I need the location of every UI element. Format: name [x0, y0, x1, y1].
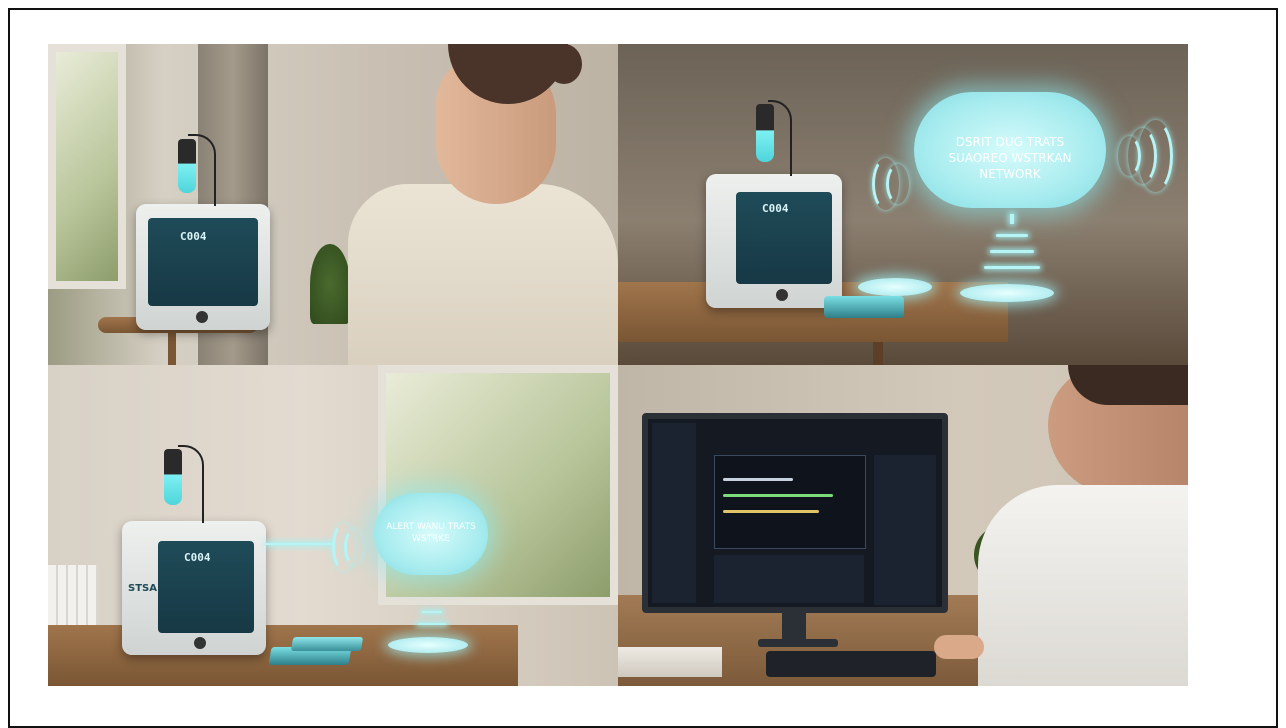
- panel-woman-device: C004: [48, 44, 618, 365]
- monitoring-device: C004: [706, 174, 842, 308]
- signal-bar: [418, 623, 446, 625]
- sensor-probe: [178, 139, 196, 193]
- code-line: [723, 494, 833, 497]
- monitoring-device: C004: [136, 204, 270, 330]
- device-button: [776, 289, 788, 301]
- device-screen-text: C004: [184, 551, 211, 564]
- signal-bar: [422, 611, 442, 613]
- four-panel-collage: C004 C004 DSRIT DUG TRATS SUAOREO WSTRKA…: [48, 44, 1188, 686]
- cloud-line: NETWORK: [979, 167, 1041, 181]
- panel-man-computer: [618, 365, 1188, 686]
- keyboard: [766, 651, 936, 677]
- table-leg: [873, 342, 883, 365]
- tablet: [290, 637, 364, 651]
- code-line: [723, 510, 819, 513]
- cloud-line: DSRIT DUG TRATS: [955, 135, 1065, 149]
- man-shirt: [978, 485, 1188, 686]
- network-cloud: DSRIT DUG TRATS SUAOREO WSTRKAN NETWORK: [914, 92, 1106, 208]
- signal-wave-icon: [332, 523, 355, 571]
- sensor-probe: [756, 104, 774, 162]
- plant: [310, 244, 350, 324]
- signal-line: [266, 543, 332, 545]
- signal-bar: [990, 250, 1034, 253]
- sensor-pad: [858, 278, 932, 296]
- signal-stem: [1010, 214, 1014, 224]
- hair-bun: [546, 44, 582, 84]
- table-leg: [168, 333, 176, 365]
- signal-bar: [996, 234, 1028, 237]
- monitoring-device: C004 STSA: [122, 521, 266, 655]
- device-button: [194, 637, 206, 649]
- device-screen-text: C004: [180, 230, 207, 243]
- dashboard-console: [714, 455, 866, 549]
- dashboard-log: [714, 555, 864, 603]
- device-screen-text: C004: [762, 202, 789, 215]
- device-button: [196, 311, 208, 323]
- device-screen: C004: [736, 192, 832, 284]
- panel-device-cloud: C004 DSRIT DUG TRATS SUAOREO WSTRKAN NET…: [618, 44, 1188, 365]
- cloud-line: ALERT WANU TRATS: [386, 522, 476, 532]
- device-screen: C004: [158, 541, 254, 633]
- signal-wave-icon: [1138, 120, 1173, 192]
- window: [48, 44, 126, 289]
- alert-cloud: ALERT WANU TRATS WSTRKE: [374, 493, 488, 575]
- cloud-label: ALERT WANU TRATS WSTRKE: [374, 521, 488, 545]
- woman-sweater: [348, 184, 618, 365]
- signal-wave-icon: [872, 158, 899, 210]
- dashboard-panel: [874, 455, 936, 605]
- man-hand: [934, 635, 984, 659]
- panel-device-alert-cloud: C004 STSA ALERT WANU TRATS WSTRKE: [48, 365, 618, 686]
- computer-monitor: [642, 413, 948, 613]
- signal-bar: [984, 266, 1040, 269]
- cloud-line: SUAOREO WSTRKAN: [948, 151, 1072, 165]
- receiver-pad: [960, 284, 1054, 302]
- man-hair: [1068, 365, 1188, 405]
- sensor-probe: [164, 449, 182, 505]
- cloud-line: WSTRKE: [412, 534, 450, 544]
- device-screen: C004: [148, 218, 258, 306]
- dashboard-sidebar: [652, 423, 696, 603]
- code-line: [723, 478, 793, 481]
- cloud-label: DSRIT DUG TRATS SUAOREO WSTRKAN NETWORK: [914, 134, 1106, 182]
- monitor-base: [758, 639, 838, 647]
- device-side-label: STSA: [128, 583, 157, 594]
- paper-stack: [618, 647, 722, 677]
- receiver-pad: [388, 637, 468, 653]
- tablet: [824, 296, 904, 318]
